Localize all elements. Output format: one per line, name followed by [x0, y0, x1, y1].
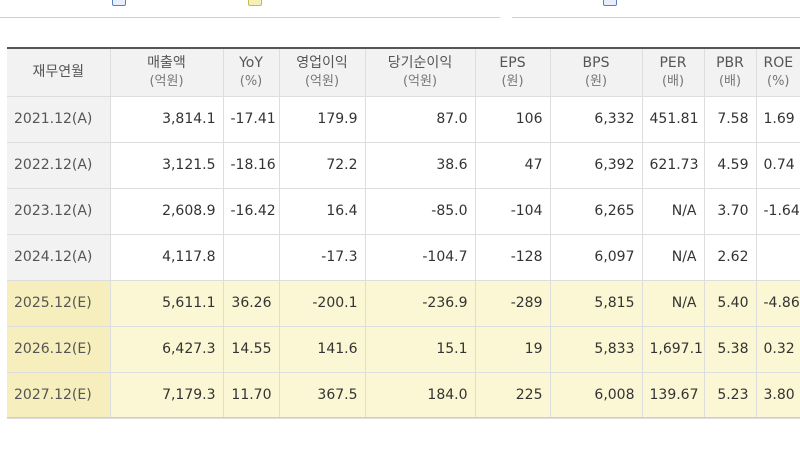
chart-legend-strip: [0, 0, 800, 30]
roe-cell: -1.64: [756, 188, 800, 235]
yoy-cell: 36.26: [223, 280, 280, 327]
per-cell: N/A: [642, 188, 705, 235]
pbr-cell: 4.59: [704, 142, 757, 189]
pbr-cell: 2.62: [704, 234, 757, 281]
yoy-cell: 11.70: [223, 372, 280, 419]
pbr-cell: 7.58: [704, 96, 757, 143]
net-income-cell: 87.0: [365, 96, 476, 143]
revenue-cell: 6,427.3: [110, 326, 224, 373]
period-cell: 2021.12(A): [7, 96, 111, 143]
operating-profit-cell: 141.6: [279, 326, 366, 373]
revenue-cell: 7,179.3: [110, 372, 224, 419]
roe-cell: [756, 234, 800, 281]
revenue-cell: 3,121.5: [110, 142, 224, 189]
table-row: 2022.12(A) 3,121.5 -18.16 72.2 38.6 47 6…: [7, 142, 800, 189]
period-cell: 2024.12(A): [7, 234, 111, 281]
table-row: 2023.12(A) 2,608.9 -16.42 16.4 -85.0 -10…: [7, 188, 800, 235]
pbr-cell: 3.70: [704, 188, 757, 235]
table-row: 2024.12(A) 4,117.8 -17.3 -104.7 -128 6,0…: [7, 234, 800, 281]
operating-profit-cell: 72.2: [279, 142, 366, 189]
table-header-row: 재무연월 매출액 (억원) YoY (%) 영업이익 (억원) 당기순이익 (억원) E…: [7, 47, 800, 97]
per-cell: 139.67: [642, 372, 705, 419]
operating-profit-cell: 179.9: [279, 96, 366, 143]
revenue-cell: 5,611.1: [110, 280, 224, 327]
period-cell: 2026.12(E): [7, 326, 111, 373]
header-period: 재무연월: [7, 47, 111, 97]
roe-cell: 0.74: [756, 142, 800, 189]
net-income-cell: 38.6: [365, 142, 476, 189]
net-income-cell: -236.9: [365, 280, 476, 327]
operating-profit-cell: -17.3: [279, 234, 366, 281]
header-yoy: YoY (%): [223, 47, 280, 97]
revenue-cell: 2,608.9: [110, 188, 224, 235]
header-bps: BPS (원): [550, 47, 643, 97]
period-cell: 2025.12(E): [7, 280, 111, 327]
eps-cell: -289: [475, 280, 551, 327]
bps-cell: 6,008: [550, 372, 643, 419]
header-net-income: 당기순이익 (억원): [365, 47, 476, 97]
financial-summary-table: 재무연월 매출액 (억원) YoY (%) 영업이익 (억원) 당기순이익 (억원) E…: [7, 47, 800, 419]
eps-cell: -128: [475, 234, 551, 281]
header-per: PER (배): [642, 47, 705, 97]
net-income-cell: -85.0: [365, 188, 476, 235]
net-income-cell: 15.1: [365, 326, 476, 373]
legend-yellow-checkbox-icon[interactable]: [248, 0, 262, 6]
yoy-cell: -18.16: [223, 142, 280, 189]
operating-profit-cell: -200.1: [279, 280, 366, 327]
per-cell: 1,697.11: [642, 326, 705, 373]
legend-blue-checkbox-icon[interactable]: [112, 0, 126, 6]
header-eps: EPS (원): [475, 47, 551, 97]
bps-cell: 5,833: [550, 326, 643, 373]
net-income-cell: 184.0: [365, 372, 476, 419]
period-cell: 2022.12(A): [7, 142, 111, 189]
revenue-cell: 4,117.8: [110, 234, 224, 281]
header-pbr: PBR (배): [704, 47, 757, 97]
roe-cell: -4.86: [756, 280, 800, 327]
pbr-cell: 5.38: [704, 326, 757, 373]
operating-profit-cell: 16.4: [279, 188, 366, 235]
roe-cell: 1.69: [756, 96, 800, 143]
legend-blue-checkbox-icon[interactable]: [603, 0, 617, 6]
revenue-cell: 3,814.1: [110, 96, 224, 143]
header-revenue: 매출액 (억원): [110, 47, 224, 97]
chart-divider-right: [512, 17, 800, 18]
eps-cell: 47: [475, 142, 551, 189]
header-roe: ROE (%): [756, 47, 800, 97]
eps-cell: 225: [475, 372, 551, 419]
per-cell: N/A: [642, 280, 705, 327]
per-cell: N/A: [642, 234, 705, 281]
table-bottom-divider: [7, 417, 800, 418]
period-cell: 2023.12(A): [7, 188, 111, 235]
yoy-cell: -17.41: [223, 96, 280, 143]
yoy-cell: [223, 234, 280, 281]
bps-cell: 6,097: [550, 234, 643, 281]
table-row-estimate: 2027.12(E) 7,179.3 11.70 367.5 184.0 225…: [7, 372, 800, 419]
pbr-cell: 5.23: [704, 372, 757, 419]
bps-cell: 5,815: [550, 280, 643, 327]
period-cell: 2027.12(E): [7, 372, 111, 419]
table-row-estimate: 2026.12(E) 6,427.3 14.55 141.6 15.1 19 5…: [7, 326, 800, 373]
header-operating-profit: 영업이익 (억원): [279, 47, 366, 97]
roe-cell: 0.32: [756, 326, 800, 373]
legend-left: [112, 0, 262, 6]
eps-cell: 106: [475, 96, 551, 143]
yoy-cell: 14.55: [223, 326, 280, 373]
yoy-cell: -16.42: [223, 188, 280, 235]
per-cell: 621.73: [642, 142, 705, 189]
table-row-estimate: 2025.12(E) 5,611.1 36.26 -200.1 -236.9 -…: [7, 280, 800, 327]
net-income-cell: -104.7: [365, 234, 476, 281]
legend-right: [603, 0, 617, 6]
eps-cell: 19: [475, 326, 551, 373]
roe-cell: 3.80: [756, 372, 800, 419]
per-cell: 451.81: [642, 96, 705, 143]
bps-cell: 6,265: [550, 188, 643, 235]
chart-divider-left: [0, 17, 500, 18]
eps-cell: -104: [475, 188, 551, 235]
bps-cell: 6,332: [550, 96, 643, 143]
table-row: 2021.12(A) 3,814.1 -17.41 179.9 87.0 106…: [7, 96, 800, 143]
operating-profit-cell: 367.5: [279, 372, 366, 419]
bps-cell: 6,392: [550, 142, 643, 189]
pbr-cell: 5.40: [704, 280, 757, 327]
